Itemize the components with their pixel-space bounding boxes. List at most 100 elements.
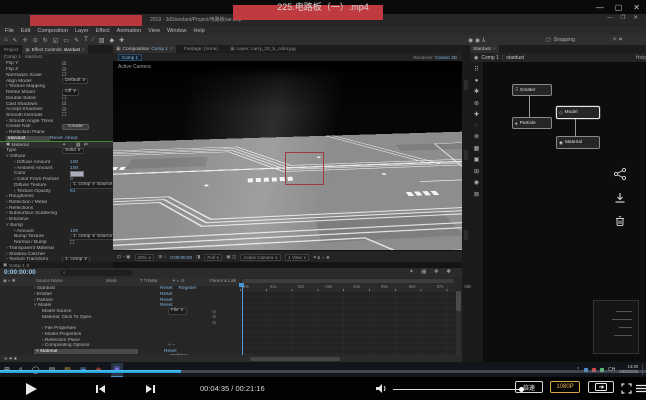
renderer-control[interactable]: Renderer: Classic 3D	[413, 55, 457, 60]
tool-icon[interactable]: ↖	[13, 37, 18, 44]
timeline-top-icons[interactable]: ✦ ▦ ❖ ✱	[409, 269, 454, 275]
volume-slider[interactable]	[393, 389, 521, 390]
minimize-icon[interactable]: —	[607, 15, 613, 21]
workspace-icons[interactable]: ◉ ◉ ⅄	[468, 35, 485, 45]
play-button[interactable]	[26, 383, 37, 395]
volume-icon[interactable]	[375, 383, 388, 394]
current-timecode[interactable]: 0:00:00:00	[4, 269, 36, 276]
quality-button[interactable]: 1080P	[550, 381, 580, 393]
tab-project[interactable]: Project	[0, 45, 22, 54]
composition-viewport[interactable]: Active Camera	[113, 61, 462, 250]
grid-guides-icons[interactable]: ⊞ ⌂	[158, 254, 166, 260]
cast-icon	[595, 383, 607, 392]
viewport-timecode[interactable]: 0:00:00:00	[170, 255, 192, 260]
stardust-tool-icon[interactable]: ▣	[474, 156, 480, 163]
toolbar-extra-icons[interactable]: ✧ ⌗	[612, 35, 622, 45]
stardust-tool-icon[interactable]: ⊛	[474, 100, 479, 107]
viewport-right-icons[interactable]: ⌗ ⊠ ♁ ✱	[313, 255, 329, 260]
speed-button[interactable]: 倍速	[515, 381, 543, 393]
col-parent-link[interactable]: Parent & Link	[210, 278, 236, 283]
effect-property-row[interactable]: ✱ Material ✦ ◌ ▦ ⇄	[0, 141, 113, 148]
tool-icon[interactable]: ✛	[23, 37, 28, 44]
viewport-left-icons[interactable]: ⊡ ◔ ▣	[117, 254, 131, 260]
cast-button[interactable]	[588, 381, 614, 393]
col-trkmat[interactable]: T TrkMat	[140, 278, 157, 283]
snapping-toggle[interactable]: ▢ Snapping	[546, 35, 575, 45]
zoom-dropdown[interactable]: 20% ∨	[135, 254, 155, 261]
trash-icon[interactable]	[613, 214, 627, 228]
menu-item[interactable]: View	[148, 28, 160, 34]
tool-icon[interactable]: ⌂	[4, 37, 8, 43]
snapshot-icon[interactable]: ◨	[196, 254, 200, 260]
stardust-tool-icon[interactable]: ⊗	[474, 133, 479, 140]
playhead-handle[interactable]	[239, 283, 244, 287]
seekbar-played[interactable]	[0, 370, 181, 373]
node-emitter[interactable]: ⠿ Emitter	[512, 84, 552, 96]
col-source-name[interactable]: Source Name	[36, 278, 63, 283]
stardust-tool-icon[interactable]: ●	[475, 78, 479, 84]
playhead[interactable]	[242, 283, 243, 355]
help-link[interactable]: Help	[636, 55, 646, 61]
tool-icon[interactable]: ◆	[109, 37, 114, 44]
minimize-icon[interactable]: —	[596, 3, 604, 12]
tool-icon[interactable]: ▨	[99, 37, 105, 44]
stardust-tool-icon[interactable]: ✱	[474, 88, 479, 95]
tool-icon[interactable]: ✎	[74, 37, 79, 44]
stardust-tool-icon[interactable]: ⠿	[474, 66, 478, 73]
node-graph-canvas[interactable]: ⠿ Emitter ● Particle ◇ Model ◉ Material	[483, 62, 646, 372]
menu-item[interactable]: Edit	[21, 28, 30, 34]
tab-effect-controls[interactable]: ▣ Effect Controls stardust ≡	[22, 45, 87, 54]
panel-menu-icon[interactable]: ≡	[82, 47, 85, 52]
panel-menu-icon[interactable]: ≡	[27, 263, 30, 268]
tool-icon[interactable]: T	[84, 37, 88, 43]
panel-minimap[interactable]	[593, 300, 639, 354]
timeline-scroll-thumb[interactable]	[456, 291, 461, 311]
panel-menu-icon[interactable]: ≡	[170, 47, 173, 52]
menu-item[interactable]: Composition	[37, 28, 68, 34]
timeline-search-input[interactable]: ⌕	[60, 270, 133, 276]
playlist-icon[interactable]	[636, 384, 646, 393]
tool-icon[interactable]: ↻	[43, 37, 48, 44]
comp-chip[interactable]: Comp 1	[118, 54, 142, 61]
timeline-hscroll-thumb[interactable]	[250, 357, 340, 361]
maximize-icon[interactable]: ▢	[615, 3, 623, 12]
tool-icon[interactable]: ∕	[93, 37, 94, 43]
share-nodes-icon[interactable]	[613, 167, 627, 181]
stardust-tool-icon[interactable]: ⊠	[474, 191, 479, 198]
menu-item[interactable]: Animation	[117, 28, 141, 34]
stardust-tool-icon[interactable]: ✚	[474, 111, 479, 118]
tool-icon[interactable]: ◱	[53, 37, 59, 44]
checkbox-icon[interactable]: ▢	[546, 37, 551, 43]
view-layout-dropdown[interactable]: 1 View ∨	[285, 254, 309, 261]
timeline-tracks[interactable]	[240, 291, 456, 355]
close-icon[interactable]: ×	[493, 47, 496, 52]
node-model[interactable]: ◇ Model	[556, 106, 600, 119]
camera-dropdown[interactable]: Active Camera ∨	[240, 254, 281, 261]
col-mode[interactable]: Mode	[106, 278, 117, 283]
restore-icon[interactable]: ❐	[620, 15, 625, 21]
stardust-tool-icon[interactable]: ▦	[474, 145, 480, 152]
node-material[interactable]: ◉ Material	[556, 136, 600, 149]
timeline-bottom-icons[interactable]: ⌯ ✦ ✱	[0, 356, 17, 361]
close-icon[interactable]: ✕	[633, 15, 638, 21]
menu-item[interactable]: Window	[167, 28, 187, 34]
tool-icon[interactable]: ✚	[119, 37, 124, 44]
node-particle[interactable]: ● Particle	[512, 117, 552, 129]
download-icon[interactable]	[613, 191, 627, 205]
emitter-icon: ⠿	[515, 87, 518, 93]
menu-item[interactable]: Help	[194, 28, 205, 34]
tool-icon[interactable]: ▭	[63, 37, 69, 44]
roi-icons[interactable]: ▣ ◫	[226, 254, 236, 260]
close-icon[interactable]: ✕	[633, 3, 640, 12]
fullscreen-icon[interactable]	[621, 383, 632, 394]
menu-item[interactable]: Layer	[75, 28, 89, 34]
next-button[interactable]	[146, 385, 155, 393]
stardust-tool-icon[interactable]: ⊞	[474, 168, 479, 175]
resolution-dropdown[interactable]: Full ∨	[204, 254, 222, 261]
tool-icon[interactable]: ⊙	[33, 37, 38, 44]
previous-button[interactable]	[96, 385, 105, 393]
menu-item[interactable]: File	[5, 28, 14, 34]
stardust-tool-icon[interactable]: ◌	[475, 123, 479, 129]
stardust-tool-icon[interactable]: ◉	[474, 179, 479, 186]
menu-item[interactable]: Effect	[96, 28, 110, 34]
